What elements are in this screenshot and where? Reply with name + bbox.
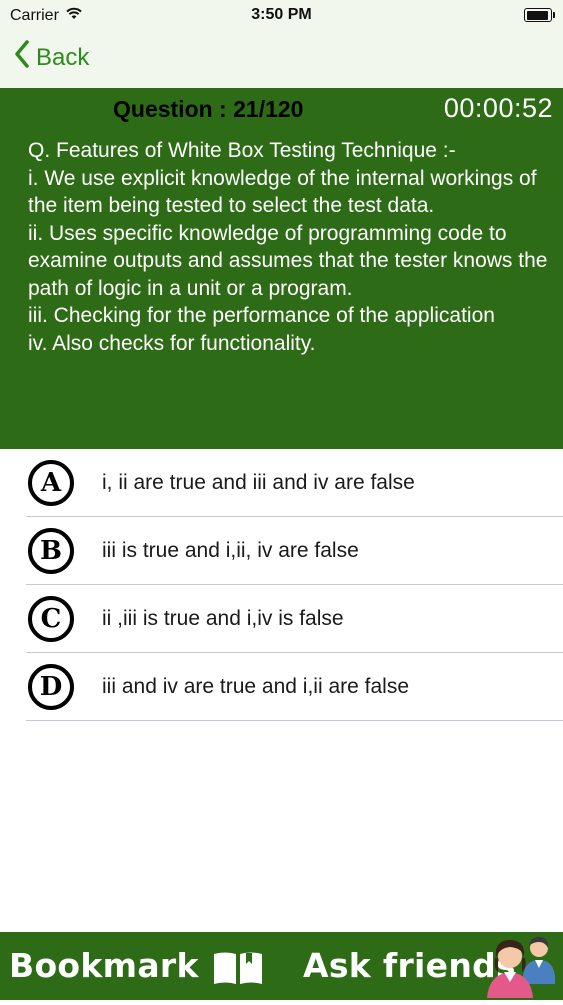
answer-options: A i, ii are true and iii and iv are fals… — [0, 449, 563, 721]
chevron-left-icon — [14, 40, 30, 75]
option-c-text: ii ,iii is true and i,iv is false — [102, 606, 344, 630]
option-a-text: i, ii are true and iii and iv are false — [102, 470, 415, 494]
option-c[interactable]: C ii ,iii is true and i,iv is false — [26, 585, 563, 653]
book-icon[interactable] — [212, 950, 264, 991]
option-b-badge: B — [28, 527, 74, 574]
back-button[interactable]: Back — [14, 40, 89, 75]
question-panel: Question : 21/120 00:00:52 Q. Features o… — [0, 88, 563, 449]
question-counter: Question : 21/120 — [113, 96, 304, 122]
friends-icon[interactable] — [483, 934, 559, 1005]
option-b-text: iii is true and i,ii, iv are false — [102, 538, 359, 562]
back-label: Back — [36, 43, 90, 71]
option-b[interactable]: B iii is true and i,ii, iv are false — [26, 517, 563, 585]
timer: 00:00:52 — [443, 93, 553, 123]
navigation-bar: Back — [0, 30, 563, 89]
option-d[interactable]: D iii and iv are true and i,ii are false — [26, 653, 563, 721]
bottom-bar: Bookmark Ask friends — [0, 932, 563, 1000]
status-bar: Carrier 3:50 PM — [0, 0, 563, 30]
option-d-badge: D — [28, 663, 74, 710]
option-a-badge: A — [28, 459, 74, 506]
option-c-badge: C — [28, 595, 74, 642]
bookmark-button[interactable]: Bookmark — [9, 946, 199, 985]
question-text: Q. Features of White Box Testing Techniq… — [28, 139, 548, 355]
clock: 3:50 PM — [251, 6, 312, 23]
option-a[interactable]: A i, ii are true and iii and iv are fals… — [26, 449, 563, 517]
option-d-text: iii and iv are true and i,ii are false — [102, 674, 409, 698]
battery-icon — [524, 8, 555, 22]
